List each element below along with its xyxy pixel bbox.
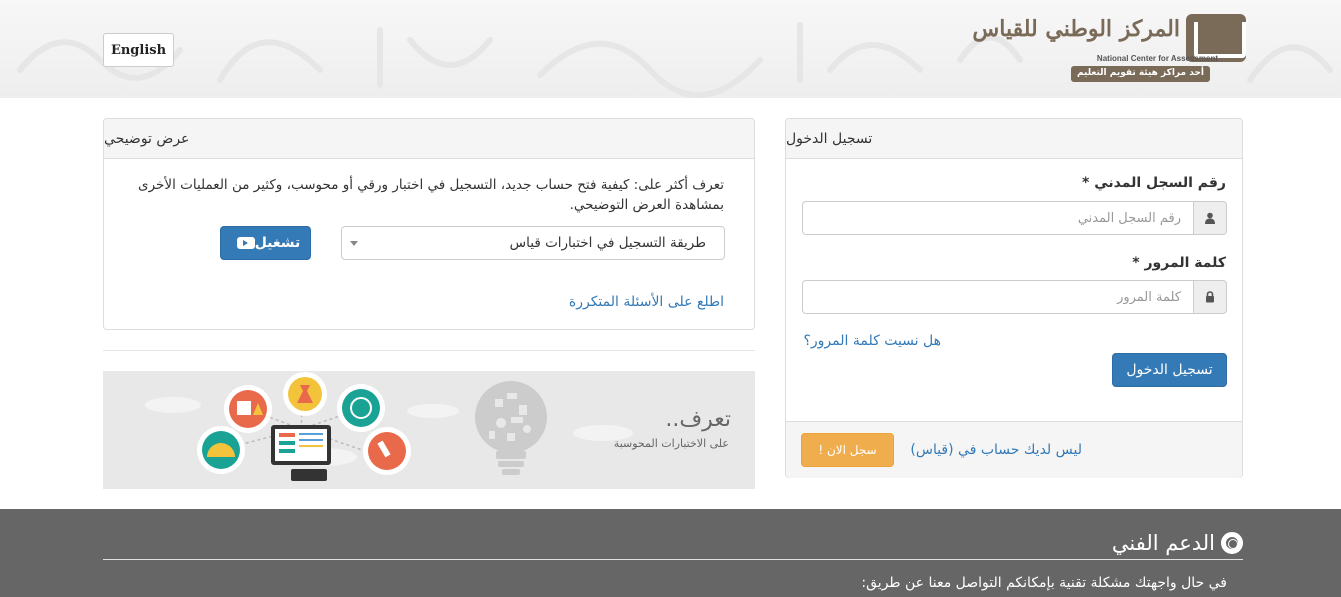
demo-video-select[interactable]: طريقة التسجيل في اختبارات قياس — [341, 226, 725, 260]
play-button-label: تشغيل — [254, 235, 301, 251]
logo-tagline: أحد مراكز هيئة تقويم التعليم — [1071, 66, 1210, 82]
youtube-play-icon — [236, 237, 255, 249]
footer-divider — [103, 559, 1243, 560]
no-account-text: ليس لديك حساب في (قياس) — [910, 442, 1082, 458]
login-panel-footer: ليس لديك حساب في (قياس) سجل الان ! — [786, 421, 1242, 478]
civil-id-input-group — [802, 201, 1227, 235]
forgot-password-link[interactable]: هل نسيت كلمة المرور؟ — [803, 333, 941, 349]
chevron-down-icon — [350, 240, 358, 246]
logo-english-text: National Center for Assessment — [1096, 54, 1218, 63]
technical-support-footer: الدعم الفني في حال واجهتك مشكلة تقنية بإ… — [0, 509, 1341, 597]
password-input-group — [802, 280, 1227, 314]
support-heading: الدعم الفني — [1112, 531, 1243, 555]
lifebuoy-icon — [1221, 532, 1243, 554]
user-icon — [1193, 201, 1227, 235]
play-demo-button[interactable]: تشغيل — [220, 226, 311, 260]
demo-panel-title: عرض توضيحي — [104, 119, 754, 159]
login-panel: تسجيل الدخول رقم السجل المدني * كلمة الم… — [785, 118, 1243, 478]
password-label: كلمة المرور * — [1132, 255, 1226, 271]
section-divider — [103, 350, 755, 351]
civil-id-input[interactable] — [802, 201, 1193, 235]
register-now-button[interactable]: سجل الان ! — [801, 433, 894, 467]
password-input[interactable] — [802, 280, 1193, 314]
login-panel-title: تسجيل الدخول — [786, 119, 1242, 159]
support-description: في حال واجهتك مشكلة تقنية بإمكانكم التوا… — [861, 575, 1227, 591]
lock-icon — [1193, 280, 1227, 314]
demo-video-select-value: طريقة التسجيل في اختبارات قياس — [509, 235, 706, 251]
banner-illustration — [145, 372, 633, 481]
demo-panel: عرض توضيحي تعرف أكثر على: كيفية فتح حساب… — [103, 118, 755, 330]
logo-arabic-text: المركز الوطني للقياس — [972, 16, 1180, 42]
banner-subtitle: على الاختبارات المحوسبة — [613, 437, 729, 450]
banner-title: تعرف.. — [665, 407, 731, 432]
civil-id-label: رقم السجل المدني * — [1082, 175, 1226, 191]
login-submit-button[interactable]: تسجيل الدخول — [1112, 353, 1227, 387]
faq-link[interactable]: اطلع على الأسئلة المتكررة — [569, 294, 724, 310]
site-header: English المركز الوطني للقياس National Ce… — [0, 0, 1341, 98]
language-english-button[interactable]: English — [103, 33, 174, 67]
qiyas-logo[interactable]: المركز الوطني للقياس National Center for… — [972, 12, 1246, 86]
computerized-tests-banner[interactable]: تعرف.. على الاختبارات المحوسبة — [103, 371, 755, 489]
demo-description: تعرف أكثر على: كيفية فتح حساب جديد، التس… — [138, 177, 724, 213]
support-title-text: الدعم الفني — [1111, 531, 1215, 555]
